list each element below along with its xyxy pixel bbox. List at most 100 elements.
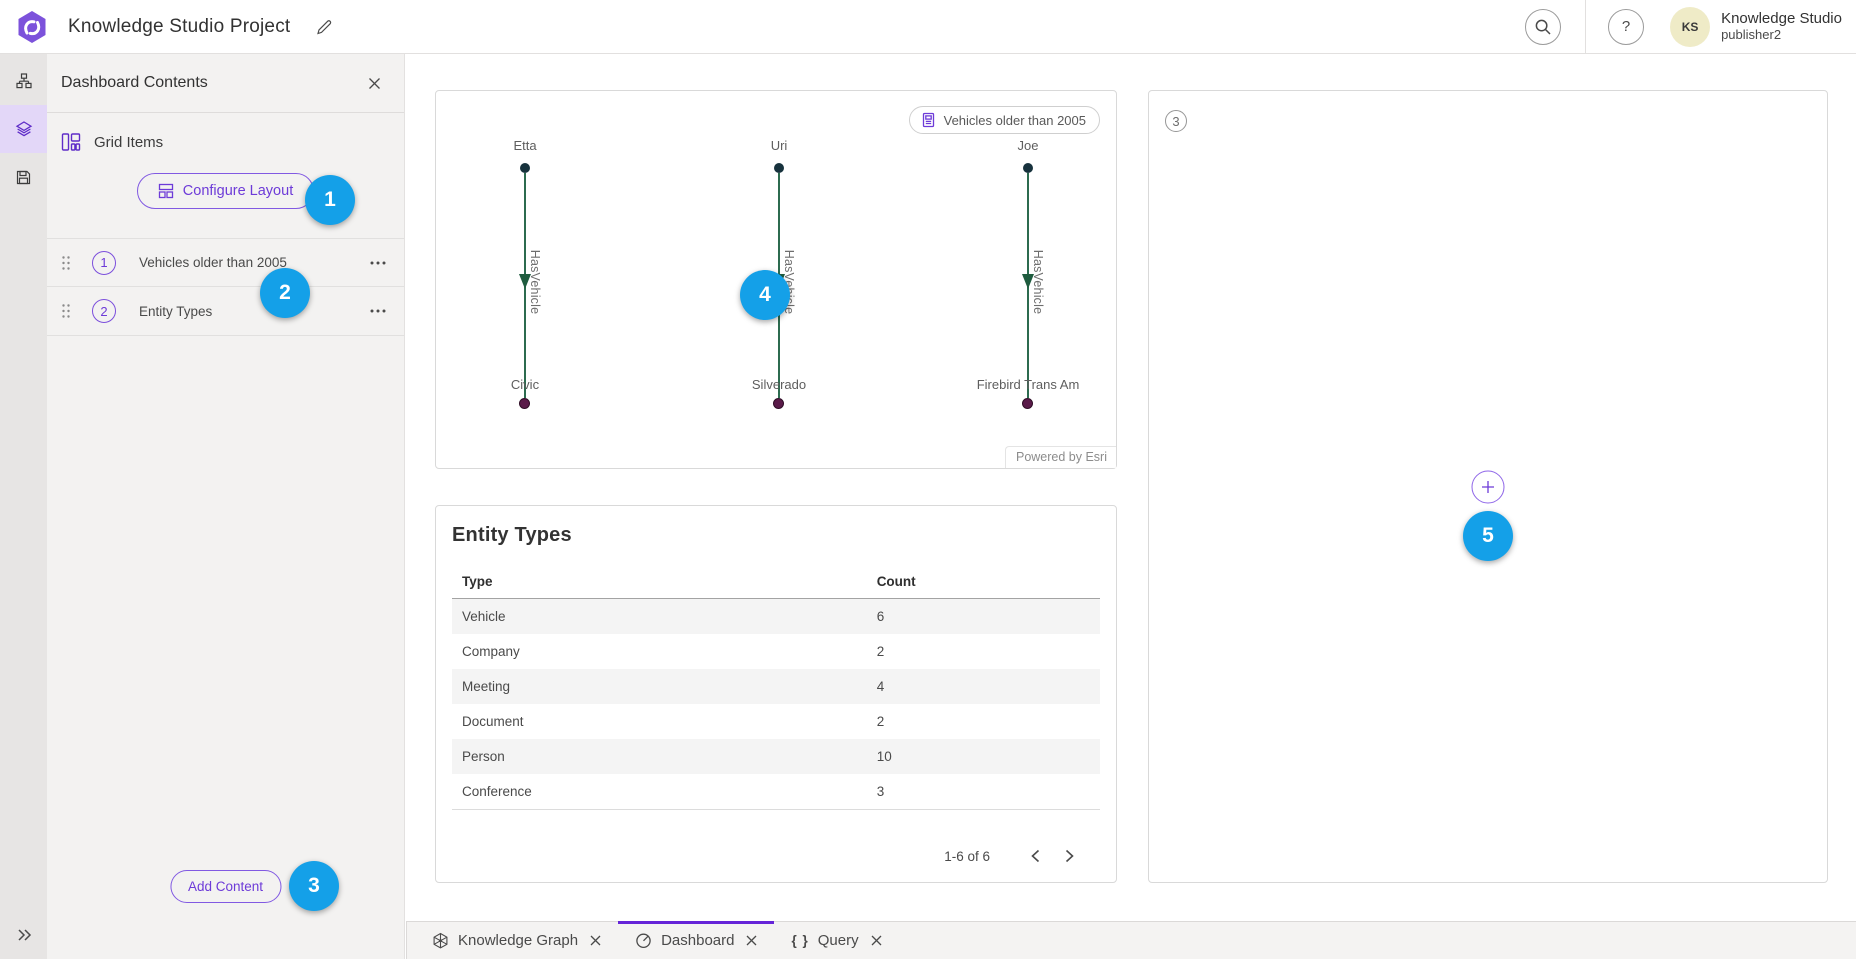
table-row: Conference 3 bbox=[452, 774, 1100, 809]
cell-type: Company bbox=[462, 644, 877, 659]
graph-web-icon bbox=[432, 932, 449, 949]
add-widget-button[interactable] bbox=[1472, 470, 1505, 503]
ellipsis-icon bbox=[369, 261, 387, 265]
grid-items-label: Grid Items bbox=[94, 134, 163, 151]
user-menu[interactable]: KS Knowledge Studio publisher2 bbox=[1670, 7, 1842, 47]
cell-count: 4 bbox=[877, 679, 1100, 694]
close-tab-button[interactable] bbox=[871, 935, 882, 946]
panel-header: Dashboard Contents bbox=[47, 54, 404, 113]
gauge-icon bbox=[635, 932, 652, 949]
item-number-badge: 1 bbox=[92, 251, 116, 275]
close-tab-button[interactable] bbox=[746, 935, 757, 946]
close-tab-button[interactable] bbox=[590, 935, 601, 946]
tour-step-badge-3: 3 bbox=[289, 861, 339, 911]
tab-dashboard[interactable]: Dashboard bbox=[618, 922, 774, 959]
entity-types-table: Type Count Vehicle 6 Company 2 Meeting 4… bbox=[452, 574, 1100, 810]
help-icon: ? bbox=[1622, 18, 1630, 35]
add-content-button[interactable]: Add Content bbox=[170, 870, 281, 903]
esri-attribution: Powered by Esri bbox=[1005, 446, 1116, 468]
hierarchy-icon bbox=[15, 73, 33, 90]
item-options-button[interactable] bbox=[364, 297, 392, 325]
pagination-label: 1-6 of 6 bbox=[944, 849, 990, 864]
double-chevron-right-icon bbox=[16, 927, 32, 943]
braces-icon: { } bbox=[791, 933, 808, 948]
column-header-count: Count bbox=[877, 574, 1100, 589]
help-button[interactable]: ? bbox=[1608, 9, 1644, 45]
widget-title: Entity Types bbox=[452, 524, 1100, 547]
table-row: Document 2 bbox=[452, 704, 1100, 739]
vehicle-node[interactable] bbox=[519, 398, 530, 409]
tour-step-badge-4: 4 bbox=[740, 270, 790, 320]
app-header: Knowledge Studio Project ? KS Knowledge … bbox=[0, 0, 1856, 54]
vehicle-node[interactable] bbox=[1022, 398, 1033, 409]
rail-item-contents[interactable] bbox=[0, 105, 47, 153]
edit-title-button[interactable] bbox=[314, 17, 334, 37]
cell-type: Meeting bbox=[462, 679, 877, 694]
tab-label: Knowledge Graph bbox=[458, 932, 578, 949]
configure-layout-label: Configure Layout bbox=[183, 183, 293, 199]
drag-handle-icon[interactable] bbox=[61, 255, 71, 271]
list-item[interactable]: 1 Vehicles older than 2005 bbox=[47, 238, 404, 287]
search-icon bbox=[1534, 18, 1552, 36]
dashboard-canvas: Vehicles older than 2005 Etta HasVehicle… bbox=[406, 54, 1856, 921]
document-icon bbox=[921, 112, 936, 128]
table-row: Company 2 bbox=[452, 634, 1100, 669]
user-role: publisher2 bbox=[1721, 28, 1842, 43]
cell-type: Document bbox=[462, 714, 877, 729]
empty-grid-cell: 3 bbox=[1148, 90, 1828, 883]
grid-cell-number: 3 bbox=[1165, 110, 1187, 132]
left-icon-rail bbox=[0, 54, 47, 959]
person-node[interactable] bbox=[774, 163, 784, 173]
rail-item-data-model[interactable] bbox=[0, 57, 47, 105]
tab-query[interactable]: { } Query bbox=[774, 922, 898, 959]
rail-item-save[interactable] bbox=[0, 153, 47, 201]
view-tab-bar: Knowledge Graph Dashboard { } Query bbox=[406, 921, 1856, 959]
previous-page-button[interactable] bbox=[1022, 843, 1048, 869]
cell-count: 2 bbox=[877, 714, 1100, 729]
knowledge-studio-logo-icon[interactable] bbox=[14, 9, 50, 45]
list-item[interactable]: 2 Entity Types bbox=[47, 287, 404, 336]
tab-knowledge-graph[interactable]: Knowledge Graph bbox=[415, 922, 618, 959]
list-item-label: Vehicles older than 2005 bbox=[139, 255, 364, 270]
tour-step-badge-1: 1 bbox=[305, 175, 355, 225]
expand-rail-button[interactable] bbox=[0, 915, 47, 955]
next-page-button[interactable] bbox=[1056, 843, 1082, 869]
cell-count: 10 bbox=[877, 749, 1100, 764]
tab-label: Query bbox=[818, 932, 859, 949]
person-node-label: Uri bbox=[699, 138, 859, 153]
table-row: Meeting 4 bbox=[452, 669, 1100, 704]
tour-step-badge-2: 2 bbox=[260, 268, 310, 318]
grid-items-section: Grid Items bbox=[47, 113, 404, 152]
user-name: Knowledge Studio bbox=[1721, 10, 1842, 27]
vehicle-node-label: Silverado bbox=[659, 377, 899, 392]
cell-count: 2 bbox=[877, 644, 1100, 659]
chevron-right-icon bbox=[1065, 849, 1074, 863]
person-node[interactable] bbox=[1023, 163, 1033, 173]
page-title: Knowledge Studio Project bbox=[68, 16, 290, 38]
table-row: Person 10 bbox=[452, 739, 1100, 774]
pencil-icon bbox=[314, 17, 334, 37]
tour-step-badge-5: 5 bbox=[1463, 511, 1513, 561]
vehicle-node-label: Civic bbox=[405, 377, 645, 392]
person-node[interactable] bbox=[520, 163, 530, 173]
plus-icon bbox=[1481, 479, 1496, 494]
search-button[interactable] bbox=[1525, 9, 1561, 45]
cell-type: Person bbox=[462, 749, 877, 764]
layers-icon bbox=[15, 120, 33, 138]
save-icon bbox=[15, 169, 32, 186]
person-node-label: Joe bbox=[948, 138, 1108, 153]
chevron-left-icon bbox=[1031, 849, 1040, 863]
item-options-button[interactable] bbox=[364, 249, 392, 277]
layout-grid-icon bbox=[158, 183, 174, 199]
cell-count: 6 bbox=[877, 609, 1100, 624]
header-divider bbox=[1585, 0, 1586, 54]
vehicle-node[interactable] bbox=[773, 398, 784, 409]
graph-column: Etta HasVehicle Civic bbox=[445, 91, 605, 468]
drag-handle-icon[interactable] bbox=[61, 303, 71, 319]
panel-title: Dashboard Contents bbox=[61, 74, 208, 92]
list-item-label: Entity Types bbox=[139, 304, 364, 319]
close-panel-button[interactable] bbox=[360, 69, 388, 97]
column-header-type: Type bbox=[462, 574, 877, 589]
grid-items-icon bbox=[61, 132, 81, 152]
configure-layout-button[interactable]: Configure Layout bbox=[137, 173, 314, 209]
